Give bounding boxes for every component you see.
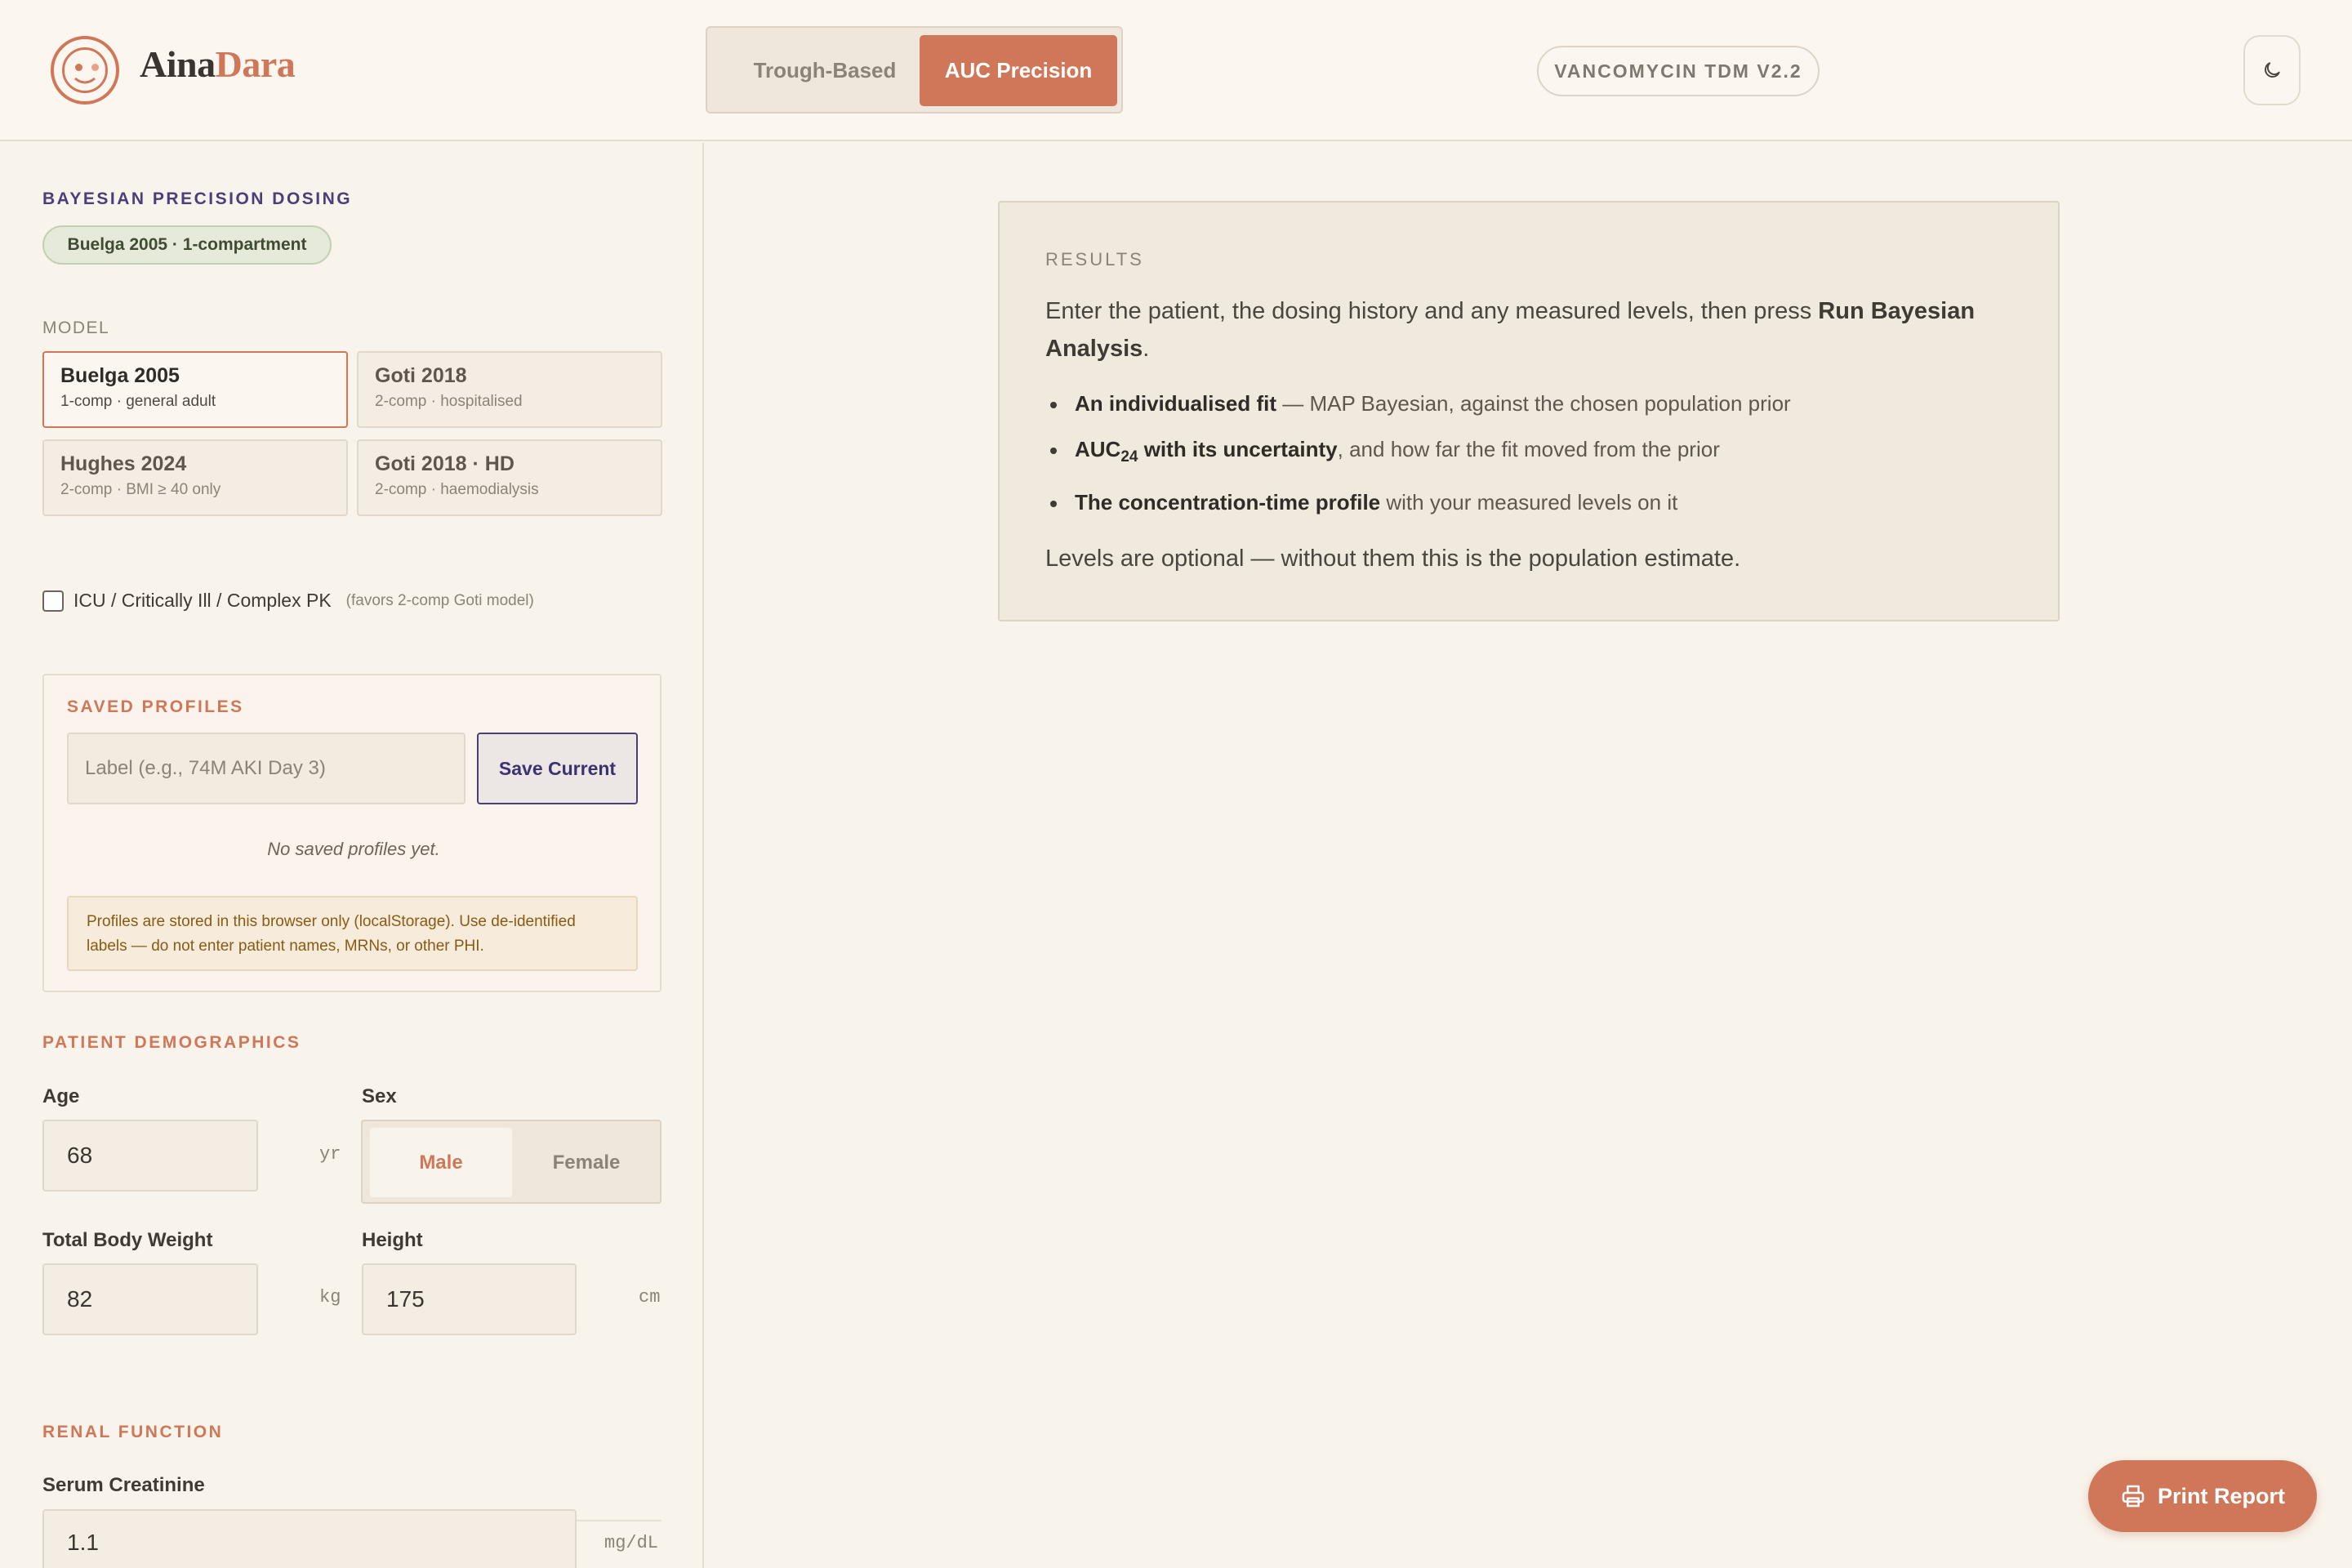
- print-report-button[interactable]: Print Report: [2088, 1460, 2317, 1532]
- list-item-bold: AUC24 with its uncertainty: [1075, 437, 1338, 466]
- save-current-button[interactable]: Save Current: [477, 733, 638, 804]
- model-sub: 2-comp · hospitalised: [375, 393, 523, 410]
- brand-part-1: Aina: [140, 43, 216, 85]
- model-sub: 2-comp · haemodialysis: [375, 481, 539, 498]
- uncertainty-text: with its uncertainty: [1138, 437, 1338, 461]
- model-name: Goti 2018: [375, 364, 467, 387]
- version-badge: VANCOMYCIN TDM V2.2: [1537, 46, 1820, 96]
- list-item-text: with your measured levels on it: [1380, 490, 1678, 515]
- model-label: MODEL: [42, 318, 110, 337]
- model-card-goti-hd[interactable]: Goti 2018 · HD 2-comp · haemodialysis: [357, 439, 662, 516]
- auc-subscript: 24: [1120, 448, 1138, 466]
- sex-toggle: Male Female: [361, 1120, 662, 1204]
- intro-suffix: .: [1143, 336, 1150, 362]
- icu-checkbox[interactable]: [42, 590, 64, 612]
- weight-input[interactable]: 82: [42, 1263, 258, 1335]
- list-item: The concentration-time profile with your…: [1045, 489, 2009, 516]
- results-intro: Enter the patient, the dosing history an…: [1045, 292, 2009, 368]
- results-footer: Levels are optional — without them this …: [1045, 546, 1741, 572]
- model-card-goti[interactable]: Goti 2018 2-comp · hospitalised: [357, 351, 662, 428]
- model-card-buelga[interactable]: Buelga 2005 1-comp · general adult: [42, 351, 348, 428]
- model-name: Hughes 2024: [60, 452, 187, 475]
- icu-option: ICU / Critically Ill / Complex PK (favor…: [42, 590, 534, 612]
- model-name: Goti 2018 · HD: [375, 452, 514, 475]
- list-item: An individualised fit — MAP Bayesian, ag…: [1045, 390, 2009, 417]
- results-title: RESULTS: [1045, 249, 1144, 270]
- sex-label: Sex: [362, 1085, 397, 1107]
- scr-input[interactable]: 1.1: [42, 1509, 577, 1568]
- saved-profiles-panel: SAVED PROFILES Label (e.g., 74M AKI Day …: [42, 674, 662, 992]
- phi-warning: Profiles are stored in this browser only…: [67, 896, 638, 971]
- icu-label[interactable]: ICU / Critically Ill / Complex PK: [74, 590, 332, 612]
- age-unit: yr: [319, 1144, 341, 1165]
- age-label: Age: [42, 1085, 80, 1107]
- scr-unit: mg/dL: [604, 1533, 659, 1553]
- icu-hint: (favors 2-comp Goti model): [345, 591, 534, 609]
- brand-name: AinaDara: [140, 42, 296, 86]
- list-item: AUC24 with its uncertainty, and how far …: [1045, 436, 2009, 470]
- app-header: AinaDara Trough-Based AUC Precision VANC…: [0, 0, 2352, 141]
- model-pill: Buelga 2005 · 1-compartment: [42, 225, 332, 265]
- saved-profiles-title: SAVED PROFILES: [67, 697, 244, 716]
- list-item-bold: An individualised fit: [1075, 391, 1277, 416]
- list-item-text: — MAP Bayesian, against the chosen popul…: [1276, 391, 1791, 416]
- list-item-text: , and how far the fit moved from the pri…: [1337, 437, 1720, 461]
- auc-text: AUC: [1075, 437, 1121, 461]
- theme-toggle-button[interactable]: [2243, 35, 2301, 105]
- model-card-hughes[interactable]: Hughes 2024 2-comp · BMI ≥ 40 only: [42, 439, 348, 516]
- renal-title: RENAL FUNCTION: [42, 1423, 224, 1441]
- brand-part-2: Dara: [215, 43, 296, 85]
- smiley-logo-icon: [51, 36, 119, 105]
- weight-unit: kg: [319, 1287, 341, 1307]
- height-unit: cm: [639, 1287, 661, 1307]
- mode-toggle: Trough-Based AUC Precision: [706, 26, 1123, 114]
- profile-label-input[interactable]: Label (e.g., 74M AKI Day 3): [67, 733, 466, 804]
- sex-male-button[interactable]: Male: [370, 1128, 512, 1197]
- height-label: Height: [362, 1229, 423, 1251]
- printer-icon: [2122, 1485, 2145, 1508]
- no-profiles-text: No saved profiles yet.: [267, 839, 440, 859]
- intro-prefix: Enter the patient, the dosing history an…: [1045, 298, 1819, 324]
- results-panel: RESULTS Enter the patient, the dosing hi…: [998, 201, 2060, 621]
- demographics-title: PATIENT DEMOGRAPHICS: [42, 1033, 301, 1052]
- model-sub: 2-comp · BMI ≥ 40 only: [60, 481, 221, 498]
- moon-icon: [2265, 62, 2280, 78]
- model-sub: 1-comp · general adult: [60, 393, 216, 410]
- age-input[interactable]: 68: [42, 1120, 258, 1192]
- model-name: Buelga 2005: [60, 364, 180, 387]
- scr-label: Serum Creatinine: [42, 1474, 205, 1496]
- list-item-bold: The concentration-time profile: [1075, 490, 1381, 515]
- sex-female-button[interactable]: Female: [515, 1128, 657, 1197]
- mode-auc-button[interactable]: AUC Precision: [920, 35, 1117, 106]
- mode-trough-button[interactable]: Trough-Based: [715, 35, 934, 106]
- input-sidebar: BAYESIAN PRECISION DOSING Buelga 2005 · …: [0, 143, 704, 1568]
- section-title-bayesian: BAYESIAN PRECISION DOSING: [42, 189, 353, 208]
- print-label: Print Report: [2157, 1483, 2285, 1508]
- weight-label: Total Body Weight: [42, 1229, 213, 1251]
- height-input[interactable]: 175: [362, 1263, 577, 1335]
- results-list: An individualised fit — MAP Bayesian, ag…: [1045, 390, 2009, 535]
